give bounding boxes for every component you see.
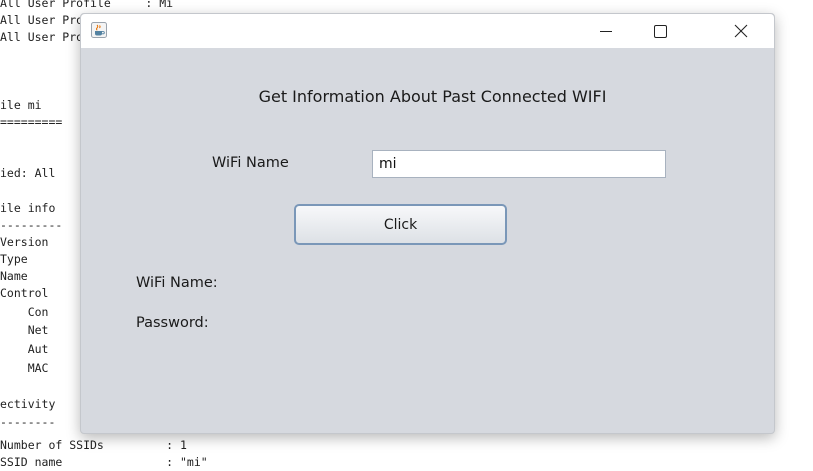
terminal-line: Con (0, 305, 49, 319)
click-button[interactable]: Click (294, 204, 507, 245)
result-password-label: Password: (136, 315, 209, 331)
maximize-button[interactable] (637, 14, 683, 48)
close-icon (734, 24, 748, 38)
terminal-line: Control (0, 286, 49, 300)
terminal-line: Net (0, 323, 49, 337)
maximize-icon (653, 24, 667, 38)
terminal-line: MAC (0, 361, 49, 375)
terminal-line: Version (0, 235, 49, 249)
terminal-line: -------- (0, 415, 56, 429)
terminal-line: Type (0, 252, 28, 266)
terminal-line: Name (0, 269, 28, 283)
wifi-name-input[interactable] (372, 150, 666, 178)
terminal-line: ied: All (0, 166, 56, 180)
terminal-line: Aut (0, 342, 49, 356)
wifi-name-label: WiFi Name (212, 155, 289, 171)
app-window: Get Information About Past Connected WIF… (80, 13, 775, 434)
terminal-line: ========= (0, 115, 63, 129)
terminal-line: --------- (0, 218, 63, 232)
terminal-line: ile mi (0, 98, 42, 112)
terminal-line: Number of SSIDs : 1 (0, 438, 187, 452)
minimize-button[interactable] (583, 14, 629, 48)
page-heading: Get Information About Past Connected WIF… (258, 87, 607, 106)
terminal-line: SSID name : "mi" (0, 455, 208, 469)
terminal-line: ectivity (0, 397, 56, 411)
java-coffee-cup-icon (91, 22, 107, 38)
minimize-icon (600, 31, 612, 32)
result-wifi-name-label: WiFi Name: (136, 275, 218, 291)
terminal-line: ile info (0, 201, 56, 215)
terminal-line: All User Profile : Mi (0, 0, 194, 10)
close-button[interactable] (718, 14, 764, 48)
title-bar[interactable] (81, 14, 774, 48)
